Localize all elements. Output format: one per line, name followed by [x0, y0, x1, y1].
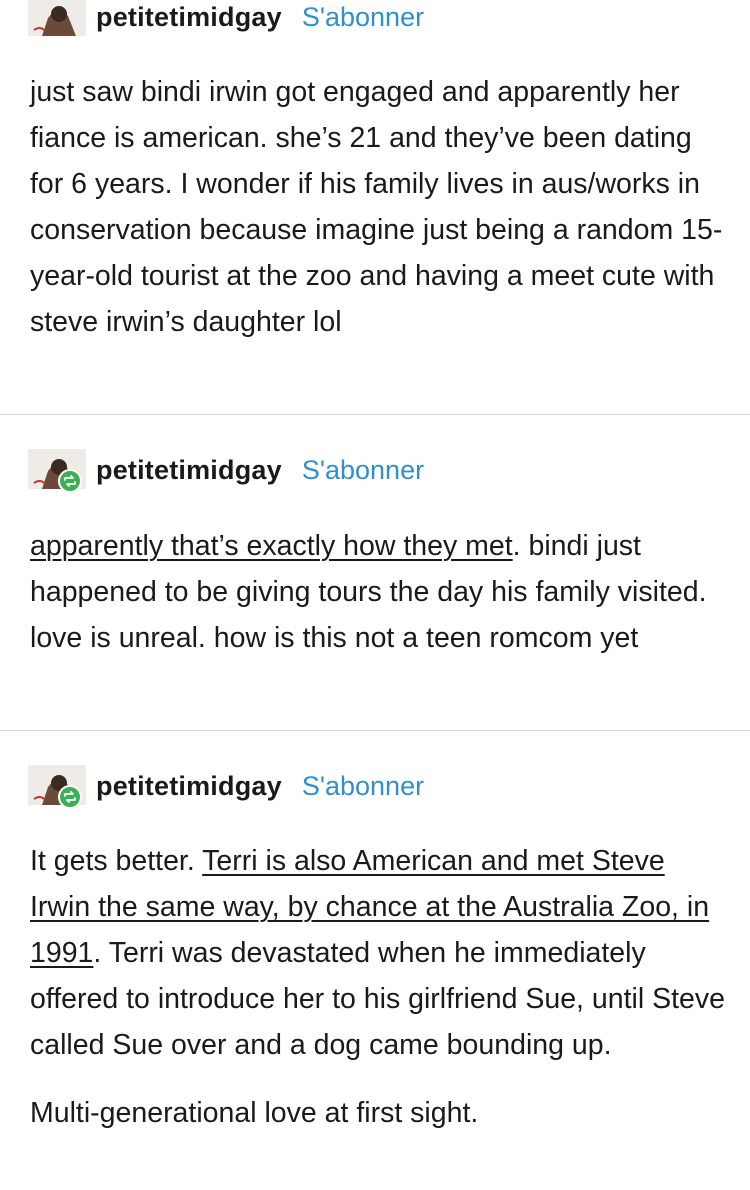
post-text-before-link: It gets better.: [30, 845, 203, 877]
username[interactable]: petitetimidgay: [96, 455, 282, 486]
divider: [0, 414, 750, 415]
username[interactable]: petitetimidgay: [96, 2, 282, 33]
post-link[interactable]: apparently that’s exactly how they met: [30, 530, 513, 562]
follow-button[interactable]: S'abonner: [302, 455, 424, 486]
follow-button[interactable]: S'abonner: [302, 771, 424, 802]
post-text: It gets better. Terri is also American a…: [30, 838, 730, 1136]
avatar[interactable]: [28, 0, 90, 40]
reblog-icon: [58, 469, 82, 493]
post-header: petitetimidgay S'abonner: [28, 763, 424, 809]
user-avatar-icon: [28, 0, 86, 36]
username[interactable]: petitetimidgay: [96, 771, 282, 802]
post-text-after-link: . Terri was devastated when he immediate…: [30, 937, 725, 1061]
divider: [0, 730, 750, 731]
post-paragraph: just saw bindi irwin got engaged and app…: [30, 76, 723, 338]
post-text: apparently that’s exactly how they met. …: [30, 523, 730, 661]
post-text: just saw bindi irwin got engaged and app…: [30, 69, 730, 345]
post-paragraph-closing: Multi-generational love at first sight.: [30, 1097, 479, 1129]
post-header: petitetimidgay S'abonner: [28, 0, 424, 40]
follow-button[interactable]: S'abonner: [302, 2, 424, 33]
avatar[interactable]: [28, 447, 90, 493]
post-header: petitetimidgay S'abonner: [28, 447, 424, 493]
post-paragraph: apparently that’s exactly how they met. …: [30, 523, 730, 661]
avatar[interactable]: [28, 763, 90, 809]
reblog-icon: [58, 785, 82, 809]
post-paragraph: It gets better. Terri is also American a…: [30, 838, 730, 1068]
